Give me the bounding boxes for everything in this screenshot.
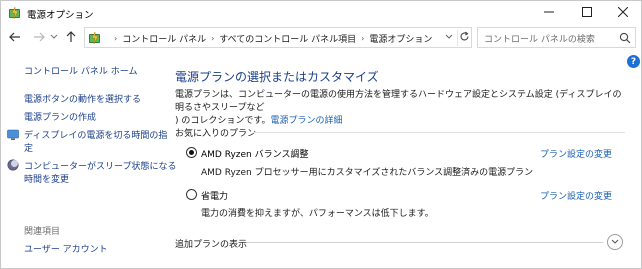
divider	[253, 132, 625, 133]
sleep-time-link-line1[interactable]: コンピューターがスリープ状態になる	[24, 159, 176, 172]
favorites-heading: お気に入りのプラン	[175, 129, 257, 139]
plan-name-amd-balanced[interactable]: AMD Ryzen バランス調整	[201, 147, 308, 160]
refresh-button[interactable]	[457, 30, 471, 46]
close-button[interactable]	[605, 1, 641, 25]
plan-description-amd-balanced: AMD Ryzen プロセッサー用にカスタマイズされたバランス調整済みの電源プラ…	[201, 168, 534, 178]
address-history-button[interactable]	[443, 31, 455, 45]
display-power-icon	[7, 129, 19, 141]
power-options-window: 電源オプション › コントロール パネル › すべてのコントロール パネル項目 …	[0, 0, 642, 269]
breadcrumb-power-options[interactable]: 電源オプション	[369, 32, 432, 45]
chevron-down-icon	[445, 34, 453, 42]
sleep-time-link-line2[interactable]: 時間を変更	[24, 172, 69, 185]
breadcrumb-control-panel[interactable]: コントロール パネル	[122, 32, 206, 45]
show-additional-plans-label[interactable]: 追加プランの表示	[175, 237, 247, 250]
divider	[247, 242, 603, 243]
help-button[interactable]: ?	[627, 55, 640, 68]
power-plan-details-link[interactable]: 電源プランの詳細	[270, 116, 342, 126]
breadcrumb: › コントロール パネル › すべてのコントロール パネル項目 › 電源オプショ…	[109, 32, 432, 45]
recent-locations-button[interactable]	[48, 29, 60, 47]
plan-description-power-saver: 電力の消費を抑えますが、パフォーマンスは低下します。	[201, 209, 434, 219]
control-panel-home-link[interactable]: コントロール パネル ホーム	[24, 64, 137, 77]
minimize-icon	[544, 7, 554, 20]
display-off-time-link-line2[interactable]: 定	[24, 141, 33, 154]
description-line1: 電源プランは、コンピューターの電源の使用方法を管理するハードウェア設定とシステム…	[175, 90, 622, 113]
maximize-button[interactable]	[569, 1, 605, 25]
close-icon	[617, 6, 629, 20]
chevron-right-icon[interactable]: ›	[361, 34, 364, 43]
create-power-plan-link[interactable]: 電源プランの作成	[24, 110, 96, 123]
address-bar[interactable]: › コントロール パネル › すべてのコントロール パネル項目 › 電源オプショ…	[84, 27, 472, 48]
search-icon	[619, 32, 631, 44]
change-plan-settings-link[interactable]: プラン設定の変更	[540, 189, 612, 202]
expand-plans-button[interactable]	[607, 234, 623, 250]
page-title: 電源プランの選択またはカスタマイズ	[175, 70, 379, 84]
search-input[interactable]: コントロール パネルの検索	[484, 32, 595, 45]
page-description: 電源プランは、コンピューターの電源の使用方法を管理するハードウェア設定とシステム…	[175, 89, 627, 128]
plan-name-power-saver[interactable]: 省電力	[201, 189, 228, 202]
up-button[interactable]	[62, 29, 80, 47]
choose-power-button-behavior-link[interactable]: 電源ボタンの動作を選択する	[24, 92, 141, 105]
breadcrumb-all-items[interactable]: すべてのコントロール パネル項目	[219, 32, 356, 45]
search-box[interactable]: コントロール パネルの検索	[477, 27, 636, 48]
minimize-button[interactable]	[531, 1, 567, 25]
refresh-icon	[459, 31, 470, 45]
chevron-down-icon	[611, 238, 619, 247]
back-button[interactable]	[6, 29, 24, 47]
chevron-right-icon[interactable]: ›	[211, 34, 214, 43]
plan-radio-amd-balanced[interactable]	[186, 147, 197, 158]
arrow-left-icon	[9, 32, 21, 45]
navigation-bar: › コントロール パネル › すべてのコントロール パネル項目 › 電源オプショ…	[1, 25, 641, 51]
change-plan-settings-link[interactable]: プラン設定の変更	[540, 147, 612, 160]
control-panel-icon	[88, 31, 102, 45]
chevron-right-icon: ›	[114, 34, 118, 43]
user-accounts-link[interactable]: ユーザー アカウント	[24, 242, 108, 255]
maximize-icon	[582, 6, 592, 20]
plan-radio-power-saver[interactable]	[186, 189, 197, 200]
related-heading: 関連項目	[24, 227, 61, 237]
chevron-down-icon	[50, 34, 58, 42]
arrow-up-icon	[66, 30, 76, 46]
description-line2: ) のコレクションです。	[175, 116, 271, 126]
arrow-right-icon	[33, 32, 45, 45]
display-off-time-link-line1[interactable]: ディスプレイの電源を切る時間の指	[24, 128, 167, 141]
question-mark-icon: ?	[630, 56, 637, 67]
forward-button[interactable]	[30, 29, 48, 47]
power-options-app-icon	[8, 6, 22, 20]
sleep-moon-icon	[7, 159, 19, 171]
window-title: 電源オプション	[27, 10, 94, 21]
title-bar: 電源オプション	[1, 1, 641, 25]
